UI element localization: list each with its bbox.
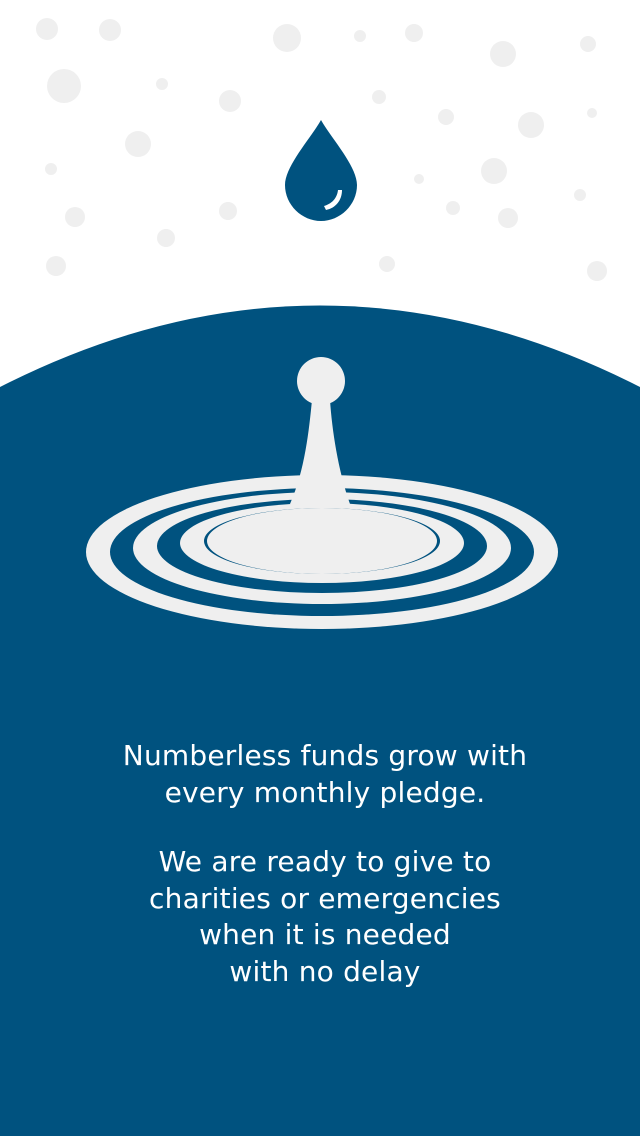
message-line: every monthly pledge. <box>164 775 486 809</box>
message-line: with no delay <box>229 954 421 988</box>
message-line: charities or emergencies <box>149 881 501 915</box>
message-line: Numberless funds grow with <box>122 739 528 772</box>
message-paragraph-giving: We are ready to give to charities or eme… <box>60 844 590 990</box>
message-line: when it is needed <box>199 918 451 951</box>
message-paragraph-funds: Numberless funds grow with every monthly… <box>60 738 590 811</box>
intro-message: Numberless funds grow with every monthly… <box>60 738 590 990</box>
message-line: We are ready to give to <box>158 845 492 878</box>
water-drop-icon <box>285 120 357 221</box>
onboarding-screen: Numberless funds grow with every monthly… <box>0 0 640 1136</box>
